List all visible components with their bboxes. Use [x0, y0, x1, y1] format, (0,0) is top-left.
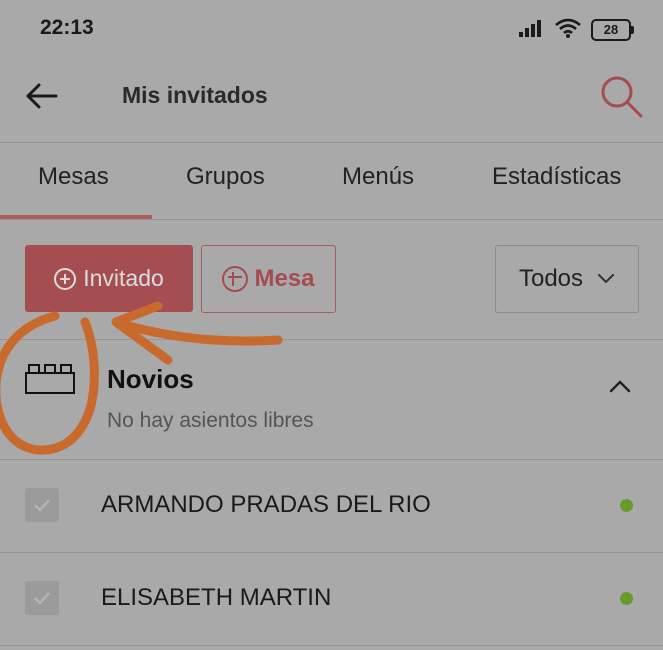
guest-row[interactable]: ELISABETH MARTIN [0, 553, 663, 646]
page-title: Mis invitados [122, 82, 268, 108]
status-time: 22:13 [40, 16, 94, 39]
add-circle-icon [54, 267, 77, 290]
tab-grupos[interactable]: Grupos [186, 163, 265, 191]
status-dot [620, 592, 633, 605]
tab-menus[interactable]: Menús [342, 163, 414, 191]
collapse-button[interactable] [607, 376, 633, 396]
add-table-button[interactable]: Mesa [201, 245, 336, 313]
check-icon [34, 592, 50, 605]
status-icons: 28 [519, 16, 634, 44]
signal-icon [519, 19, 545, 42]
back-button[interactable] [22, 76, 62, 116]
tab-bar: Mesas Grupos Menús Estadísticas [0, 143, 663, 220]
guest-name: ELISABETH MARTIN [101, 584, 332, 611]
filter-dropdown[interactable]: Todos [495, 245, 639, 313]
tab-estadisticas[interactable]: Estadísticas [492, 163, 621, 191]
check-icon [34, 499, 50, 512]
chevron-down-icon [598, 274, 615, 284]
tab-mesas[interactable]: Mesas [38, 163, 109, 191]
back-arrow-icon [26, 83, 58, 109]
chevron-up-icon [609, 380, 631, 393]
guest-checkbox[interactable] [25, 581, 59, 615]
wifi-icon [555, 18, 581, 43]
status-dot [620, 499, 633, 512]
table-name: Novios [107, 364, 194, 394]
guest-row[interactable]: ARMANDO PRADAS DEL RIO [0, 460, 663, 553]
guest-checkbox[interactable] [25, 488, 59, 522]
search-icon [601, 76, 643, 118]
active-tab-indicator [0, 215, 152, 219]
add-guest-label: Invitado [83, 265, 164, 291]
status-bar: 22:13 28 [0, 0, 663, 58]
add-circle-icon [222, 266, 249, 292]
table-status: No hay asientos libres [107, 409, 314, 432]
guest-name: ARMANDO PRADAS DEL RIO [101, 491, 431, 518]
filter-label: Todos [518, 265, 584, 292]
add-table-label: Mesa [254, 265, 315, 292]
battery-icon: 28 [591, 19, 634, 41]
search-button[interactable] [597, 72, 645, 120]
table-icon [25, 363, 75, 400]
add-guest-button[interactable]: Invitado [25, 245, 193, 312]
app-bar: Mis invitados [0, 58, 663, 143]
table-header[interactable]: Novios No hay asientos libres [0, 340, 663, 460]
